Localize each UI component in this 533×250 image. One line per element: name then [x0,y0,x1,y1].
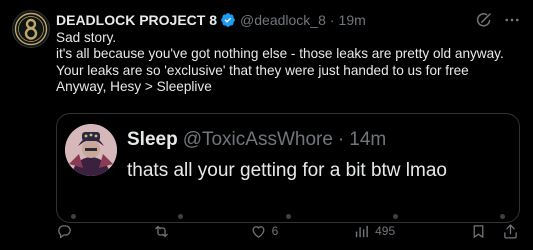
tweet-header: DEADLOCK PROJECT 8 @deadlock_8 · 19m [56,10,521,30]
quoted-author-display-name[interactable]: Sleep [127,129,178,150]
header-actions [475,11,521,29]
repost-button[interactable] [153,223,175,240]
like-count: 6 [271,224,279,238]
tweet-text-line: it's all because you've got nothing else… [56,46,504,62]
tweet-text-line: Anyway, Hesy > Sleeplive [56,79,212,95]
bookmark-button[interactable] [470,223,488,240]
grok-icon[interactable] [475,11,493,29]
tweet-text-line: Your leaks are so 'exclusive' that they … [56,62,469,78]
more-options-icon[interactable] [503,11,521,29]
placeholder-dot [71,214,76,219]
quoted-separator-dot: · [337,129,345,150]
tweet-timestamp[interactable]: 19m [339,10,366,30]
view-count: 495 [375,224,396,238]
quoted-tweet-timestamp[interactable]: 14m [349,129,386,150]
deadlock-8-logo-icon [14,12,48,46]
verified-badge-icon[interactable] [220,12,236,28]
reply-button[interactable] [56,223,78,240]
author-display-name[interactable]: DEADLOCK PROJECT 8 [56,10,217,30]
quoted-tweet-text: thats all your getting for a bit btw lma… [127,160,447,181]
author-handle[interactable]: @deadlock_8 [240,10,326,30]
like-button[interactable]: 6 [250,223,279,240]
share-icon [504,223,517,239]
views-button[interactable]: 495 [353,223,395,240]
heart-icon [252,225,265,238]
placeholder-dot [178,214,184,219]
placeholder-dot [500,214,505,219]
secondary-actions [470,223,520,240]
quoted-tweet-card[interactable]: Sleep @ToxicAssWhore · 14m thats all your g… [56,113,520,223]
placeholder-dot [392,214,398,219]
quoted-author-handle[interactable]: @ToxicAssWhore [183,129,333,150]
analytics-icon [355,225,368,237]
tweet-text: Sad story. it's all because you've got n… [56,30,526,96]
bookmark-icon [473,224,484,238]
tweet-text-line: Sad story. [56,30,117,45]
quoted-tweet-header: Sleep @ToxicAssWhore · 14m [127,128,386,152]
tweet-action-bar: 6 495 [56,222,520,240]
reply-icon [58,224,71,238]
share-button[interactable] [502,223,520,240]
placeholder-dot [285,214,291,219]
separator-dot: · [329,12,335,28]
repost-icon [155,225,168,237]
quoted-avatar-image [65,124,117,176]
author-avatar[interactable] [12,10,50,48]
quoted-tweet-action-placeholders [71,214,505,219]
quoted-author-avatar[interactable] [65,124,117,176]
